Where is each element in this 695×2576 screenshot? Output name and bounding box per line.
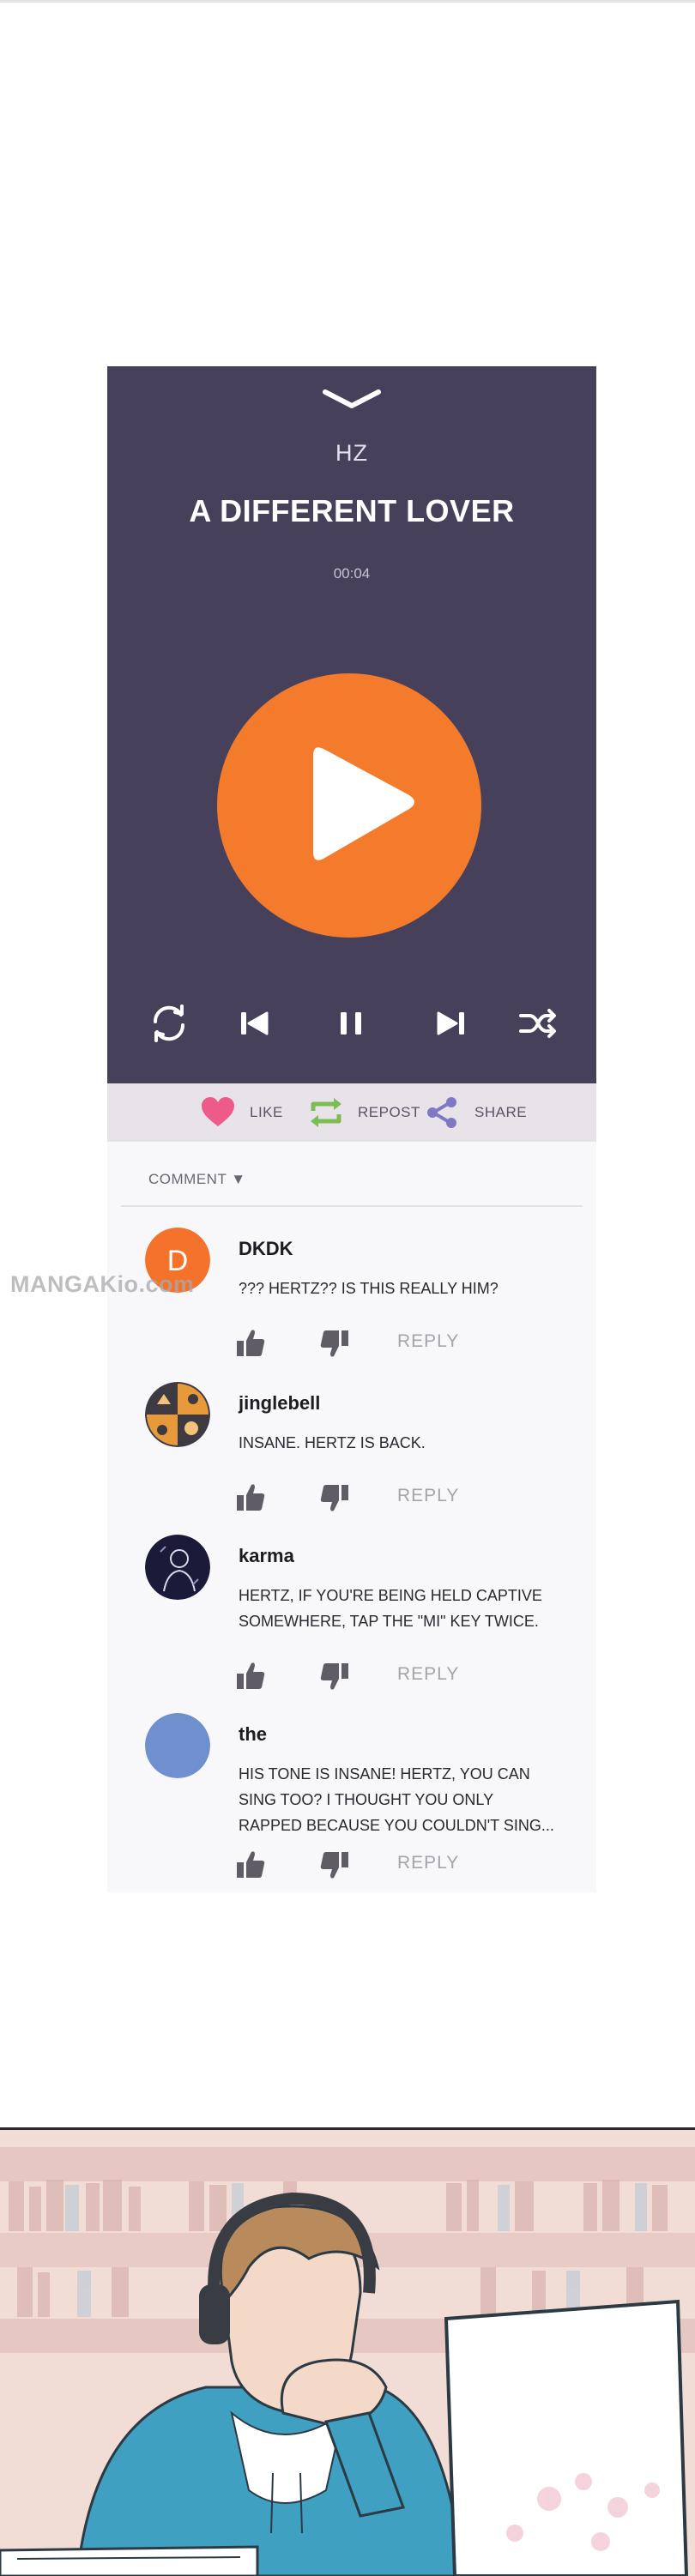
comment-item: the HIS TONE IS INSANE! HERTZ, YOU CAN S… bbox=[107, 1713, 596, 1885]
site-watermark: MANGAKio.com bbox=[10, 1271, 195, 1297]
divider bbox=[121, 1205, 583, 1207]
comment-text: HIS TONE IS INSANE! HERTZ, YOU CAN SING … bbox=[239, 1761, 556, 1838]
heart-icon bbox=[202, 1097, 234, 1126]
thumbs-up-icon bbox=[237, 1330, 265, 1356]
previous-button[interactable] bbox=[233, 1001, 277, 1046]
avatar[interactable] bbox=[145, 1713, 210, 1778]
action-bar: LIKE REPOST SHARE bbox=[107, 1083, 596, 1142]
comments-section: COMMENT ▼ D DKDK ??? HERTZ?? IS THIS REA… bbox=[107, 1142, 596, 1892]
comment-line: INSANE. HERTZ IS BACK. bbox=[239, 1434, 426, 1451]
thumbs-down-icon bbox=[320, 1852, 348, 1879]
comment-line: SING TOO? I THOUGHT YOU ONLY bbox=[239, 1791, 494, 1808]
play-button[interactable] bbox=[217, 673, 481, 938]
comic-illustration bbox=[0, 2130, 695, 2576]
music-player: HZ A DIFFERENT LOVER 00:04 bbox=[107, 366, 596, 1083]
share-icon bbox=[427, 1097, 456, 1128]
artist-name: HZ bbox=[335, 440, 368, 466]
dislike-comment-button[interactable] bbox=[318, 1481, 351, 1514]
reply-button[interactable]: REPLY bbox=[397, 1486, 459, 1506]
comment-sort-dropdown[interactable]: COMMENT ▼ bbox=[148, 1171, 246, 1188]
comment-username[interactable]: karma bbox=[239, 1545, 294, 1567]
pause-icon bbox=[341, 1012, 361, 1035]
reply-button[interactable]: REPLY bbox=[397, 1853, 459, 1873]
collapse-chevron-icon[interactable] bbox=[320, 387, 384, 411]
comment-username[interactable]: DKDK bbox=[239, 1238, 293, 1260]
comment-item: D DKDK ??? HERTZ?? IS THIS REALLY HIM? R… bbox=[107, 1228, 596, 1373]
top-divider bbox=[0, 0, 695, 3]
thumbs-up-icon bbox=[237, 1851, 265, 1878]
dislike-comment-button[interactable] bbox=[318, 1849, 351, 1881]
pause-button[interactable] bbox=[329, 1001, 373, 1046]
play-icon bbox=[313, 747, 414, 860]
reply-button[interactable]: REPLY bbox=[397, 1331, 459, 1352]
avatar[interactable] bbox=[145, 1535, 210, 1600]
comic-panel bbox=[0, 2127, 695, 2576]
song-title: A DIFFERENT LOVER bbox=[189, 493, 515, 528]
share-button[interactable]: SHARE bbox=[425, 1083, 527, 1142]
like-button[interactable]: LIKE bbox=[200, 1083, 283, 1142]
reply-button[interactable]: REPLY bbox=[397, 1664, 459, 1685]
next-icon bbox=[437, 1011, 464, 1035]
next-button[interactable] bbox=[428, 1001, 473, 1046]
avatar[interactable] bbox=[145, 1382, 210, 1447]
thumbs-down-icon bbox=[320, 1330, 348, 1357]
repeat-icon bbox=[153, 1004, 185, 1042]
thumbs-down-icon bbox=[320, 1485, 348, 1511]
thumbs-up-icon bbox=[237, 1484, 265, 1511]
previous-icon bbox=[241, 1011, 269, 1035]
like-label: LIKE bbox=[250, 1104, 283, 1120]
comment-item: karma HERTZ, IF YOU'RE BEING HELD CAPTIV… bbox=[107, 1535, 596, 1706]
repost-button[interactable]: REPOST bbox=[308, 1083, 420, 1142]
dislike-comment-button[interactable] bbox=[318, 1660, 351, 1692]
playback-controls bbox=[107, 1001, 596, 1065]
comment-line: HIS TONE IS INSANE! HERTZ, YOU CAN bbox=[239, 1765, 530, 1783]
like-comment-button[interactable] bbox=[234, 1481, 267, 1514]
comment-text: ??? HERTZ?? IS THIS REALLY HIM? bbox=[239, 1276, 556, 1301]
like-comment-button[interactable] bbox=[234, 1327, 267, 1360]
like-comment-button[interactable] bbox=[234, 1660, 267, 1692]
repost-icon bbox=[311, 1098, 341, 1127]
comment-text: INSANE. HERTZ IS BACK. bbox=[239, 1430, 556, 1456]
playback-time: 00:04 bbox=[333, 565, 371, 582]
thumbs-down-icon bbox=[320, 1663, 348, 1690]
repost-label: REPOST bbox=[358, 1104, 420, 1120]
like-comment-button[interactable] bbox=[234, 1849, 267, 1881]
dislike-comment-button[interactable] bbox=[318, 1327, 351, 1360]
repeat-button[interactable] bbox=[147, 1001, 191, 1046]
comment-text: HERTZ, IF YOU'RE BEING HELD CAPTIVE SOME… bbox=[239, 1583, 556, 1634]
comment-username[interactable]: jinglebell bbox=[239, 1392, 320, 1415]
comment-line: HERTZ, IF YOU'RE BEING HELD CAPTIVE bbox=[239, 1587, 542, 1604]
comment-line: RAPPED BECAUSE YOU COULDN'T SING... bbox=[239, 1817, 554, 1834]
thumbs-up-icon bbox=[237, 1662, 265, 1689]
comment-item: jinglebell INSANE. HERTZ IS BACK. REPLY bbox=[107, 1382, 596, 1528]
comment-username[interactable]: the bbox=[239, 1723, 267, 1746]
shuffle-button[interactable] bbox=[516, 1001, 560, 1046]
shuffle-icon bbox=[519, 1009, 556, 1038]
comment-line: ??? HERTZ?? IS THIS REALLY HIM? bbox=[239, 1280, 499, 1297]
share-label: SHARE bbox=[474, 1104, 528, 1120]
comment-line: SOMEWHERE, TAP THE "MI" KEY TWICE. bbox=[239, 1613, 539, 1630]
